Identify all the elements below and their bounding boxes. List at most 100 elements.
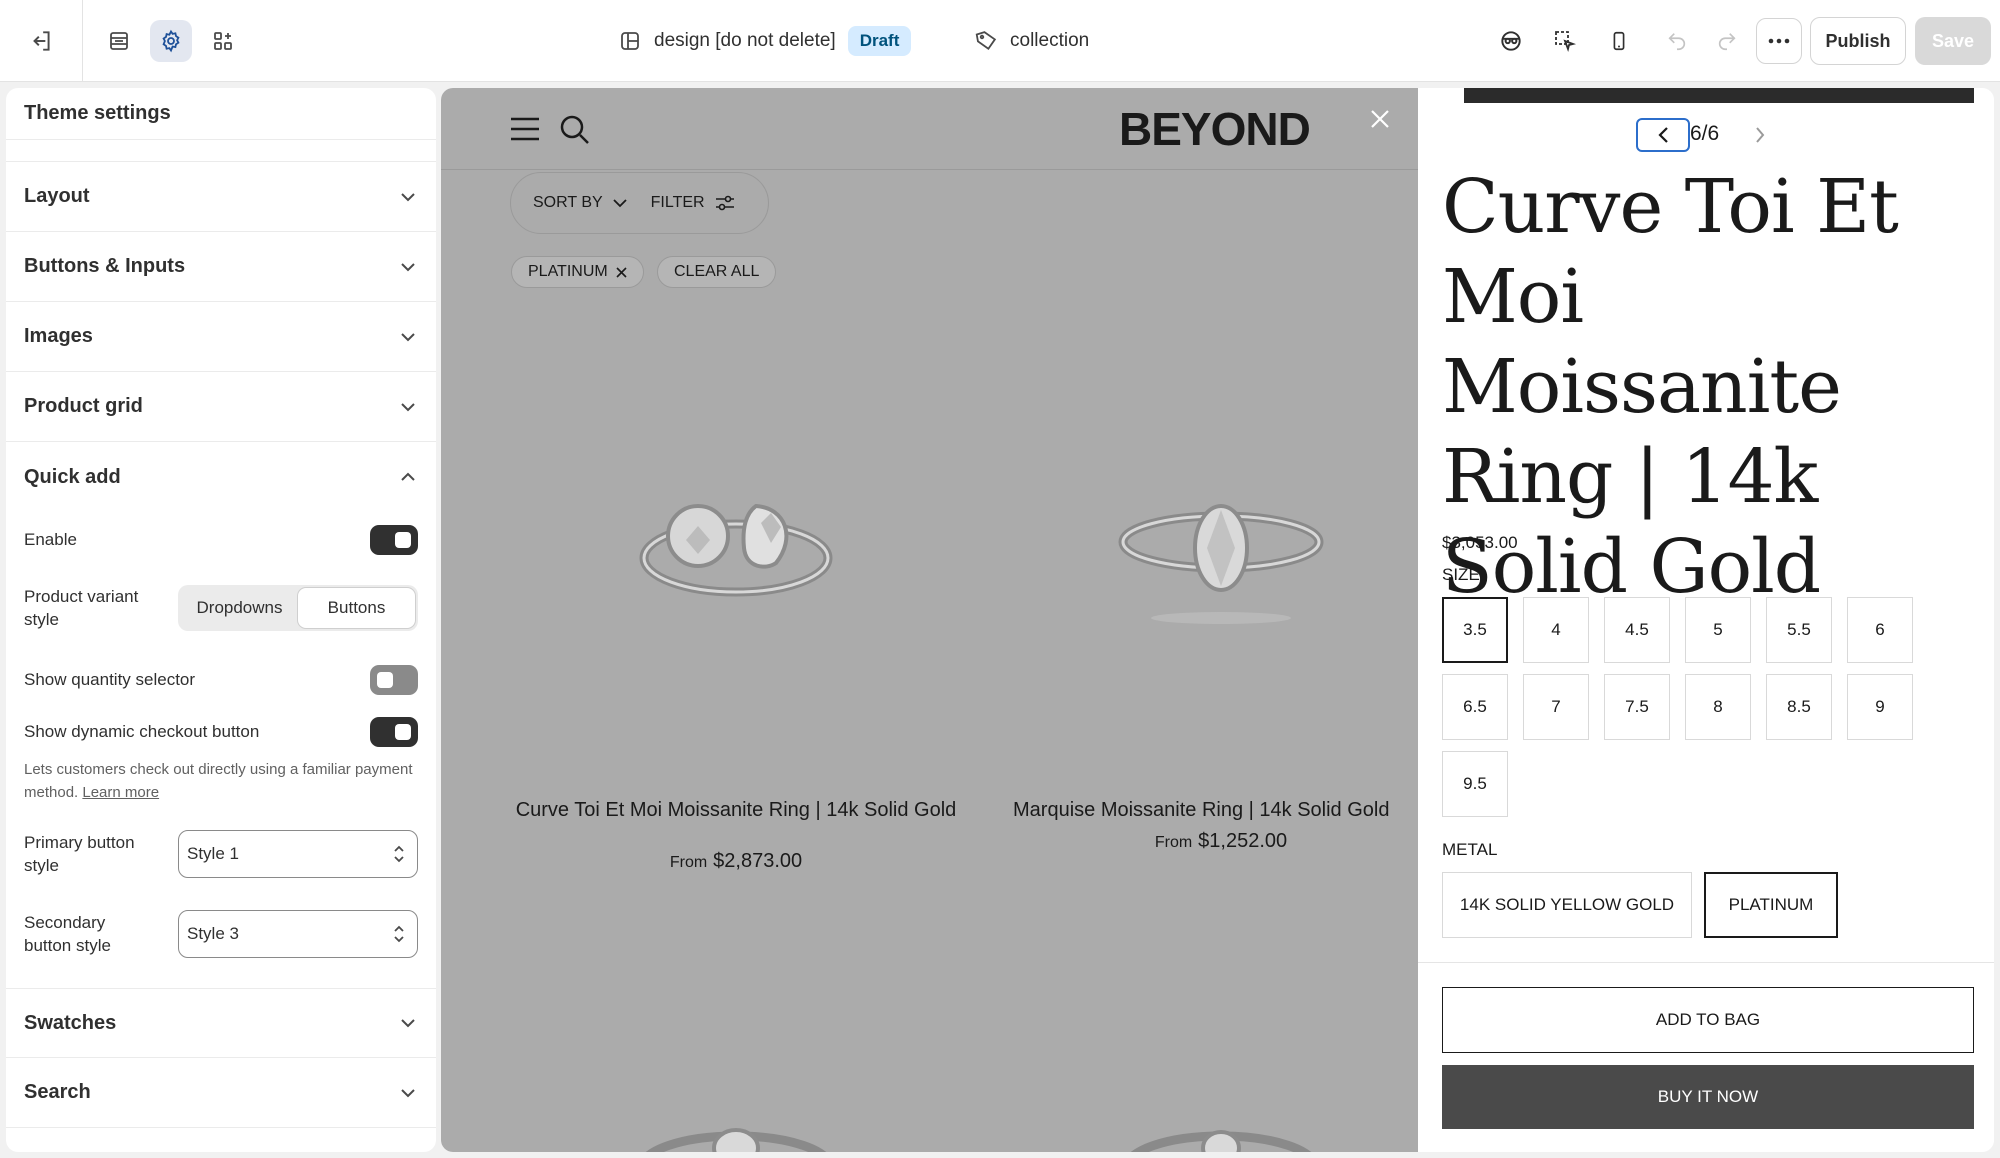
add-to-bag-button[interactable]: ADD TO BAG [1442, 987, 1974, 1053]
history-controls [1652, 18, 1752, 64]
secondary-style-label: Secondary button style [24, 913, 111, 955]
section-swatches[interactable]: Swatches [6, 988, 436, 1058]
exit-button[interactable] [20, 20, 62, 62]
size-option[interactable]: 6 [1847, 597, 1913, 663]
theme-settings-button[interactable] [150, 20, 192, 62]
enable-toggle[interactable] [370, 525, 418, 555]
size-option[interactable]: 6.5 [1442, 674, 1508, 740]
section-label: Buttons & Inputs [24, 255, 186, 277]
variant-option-buttons[interactable]: Buttons [298, 588, 415, 628]
menu-icon[interactable] [509, 116, 541, 142]
chevron-down-icon [401, 332, 415, 341]
enable-label: Enable [24, 530, 77, 549]
quick-add-settings: Enable Product variant style Dropdowns B… [6, 516, 436, 964]
primary-style-select[interactable]: Style 1 [178, 830, 418, 878]
checkout-toggle[interactable] [370, 717, 418, 747]
gear-icon [162, 29, 180, 53]
variant-style-row: Product variant style Dropdowns Buttons [24, 576, 418, 640]
undo-icon[interactable] [1666, 30, 1688, 52]
next-media-button[interactable] [1748, 122, 1772, 148]
product-card-title-2[interactable]: Marquise Moissanite Ring | 14k Solid Gol… [1011, 800, 1441, 820]
select-value: Style 1 [187, 844, 239, 863]
chevron-down-icon [613, 198, 627, 207]
size-option[interactable]: 8.5 [1766, 674, 1832, 740]
sections-icon [110, 32, 128, 50]
section-product-grid[interactable]: Product grid [6, 372, 436, 442]
layout-icon [621, 32, 639, 50]
size-option[interactable]: 8 [1685, 674, 1751, 740]
sort-by-button[interactable]: SORT BY [533, 194, 627, 212]
save-button[interactable]: Save [1915, 17, 1991, 65]
size-option[interactable]: 7.5 [1604, 674, 1670, 740]
active-filter-label: PLATINUM [528, 263, 608, 280]
media-counter: 6/6 [1690, 122, 1720, 145]
section-quick-add[interactable]: Quick add [6, 442, 436, 512]
chevron-down-icon [401, 192, 415, 201]
search-icon[interactable] [559, 114, 591, 146]
clear-all-chip[interactable]: CLEAR ALL [657, 256, 777, 288]
store-logo[interactable]: BEYOND [1119, 102, 1311, 156]
section-label: Images [24, 325, 93, 347]
size-option[interactable]: 5.5 [1766, 597, 1832, 663]
redo-icon[interactable] [1716, 30, 1738, 52]
section-buttons-inputs[interactable]: Buttons & Inputs [6, 232, 436, 302]
collection-page-dimmed[interactable]: BEYOND SORT BY FILTER PLATINUM CLEAR ALL [441, 88, 1418, 1152]
quantity-toggle[interactable] [370, 665, 418, 695]
product-image-3[interactable] [626, 1108, 846, 1152]
metal-option-platinum[interactable]: PLATINUM [1704, 872, 1838, 938]
size-option[interactable]: 4.5 [1604, 597, 1670, 663]
metal-option-yellow-gold[interactable]: 14K SOLID YELLOW GOLD [1442, 872, 1692, 938]
filter-sliders-icon [715, 195, 734, 211]
section-label: Product grid [24, 395, 143, 417]
more-actions-button[interactable] [1756, 18, 1802, 64]
theme-name: design [do not delete] [654, 30, 836, 51]
product-card-price-1: From $2,873.00 [501, 850, 971, 873]
size-option[interactable]: 4 [1523, 597, 1589, 663]
learn-more-link[interactable]: Learn more [82, 784, 159, 801]
variant-option-dropdowns[interactable]: Dropdowns [181, 588, 298, 628]
status-badge: Draft [847, 26, 912, 56]
section-search[interactable]: Search [6, 1058, 436, 1128]
mobile-icon [1613, 31, 1625, 51]
apps-button[interactable] [202, 20, 244, 62]
primary-style-row: Primary button style Style 1 [24, 824, 418, 884]
product-price: $3,053.00 [1442, 533, 1518, 552]
size-option[interactable]: 9.5 [1442, 751, 1508, 817]
buy-it-now-button[interactable]: BUY IT NOW [1442, 1065, 1974, 1129]
checkout-help: Lets customers check out directly using … [24, 758, 414, 804]
previous-media-button[interactable] [1636, 118, 1690, 152]
size-option[interactable]: 7 [1523, 674, 1589, 740]
section-images[interactable]: Images [6, 302, 436, 372]
chevron-down-icon [401, 402, 415, 411]
size-options: 3.5 4 4.5 5 5.5 6 6.5 7 7.5 8 8.5 9 9.5 [1442, 597, 1942, 817]
filter-button[interactable]: FILTER [651, 194, 735, 212]
close-quick-add-button[interactable] [1365, 104, 1395, 134]
size-option[interactable]: 3.5 [1442, 597, 1508, 663]
select-element-button[interactable] [1542, 18, 1588, 64]
metal-label: METAL [1442, 840, 1498, 859]
remove-filter-icon [616, 266, 627, 278]
device-preview-button[interactable] [1596, 18, 1642, 64]
editor-topbar: design [do not delete] Draft collection … [0, 0, 2000, 82]
price-value: $2,873.00 [713, 850, 803, 872]
panel-title: Theme settings [6, 88, 436, 140]
section-label: Swatches [24, 1011, 117, 1034]
product-image-2[interactable] [1111, 488, 1331, 628]
quantity-row: Show quantity selector [24, 656, 418, 704]
size-option[interactable]: 5 [1685, 597, 1751, 663]
secondary-style-row: Secondary button style Style 3 [24, 904, 418, 964]
product-image-1[interactable] [626, 478, 846, 608]
theme-selector[interactable]: design [do not delete] Draft [618, 24, 912, 58]
inspector-button[interactable] [1488, 18, 1534, 64]
price-prefix: From [669, 854, 708, 871]
select-arrows-icon [394, 845, 404, 863]
publish-button[interactable]: Publish [1810, 17, 1906, 65]
product-card-title-1[interactable]: Curve Toi Et Moi Moissanite Ring | 14k S… [501, 800, 971, 820]
size-option[interactable]: 9 [1847, 674, 1913, 740]
product-image-4[interactable] [1111, 1108, 1331, 1152]
active-filter-chip[interactable]: PLATINUM [511, 256, 644, 288]
sections-button[interactable] [98, 20, 140, 62]
section-layout[interactable]: Layout [6, 162, 436, 232]
template-selector[interactable]: collection [974, 24, 1089, 58]
secondary-style-select[interactable]: Style 3 [178, 910, 418, 958]
